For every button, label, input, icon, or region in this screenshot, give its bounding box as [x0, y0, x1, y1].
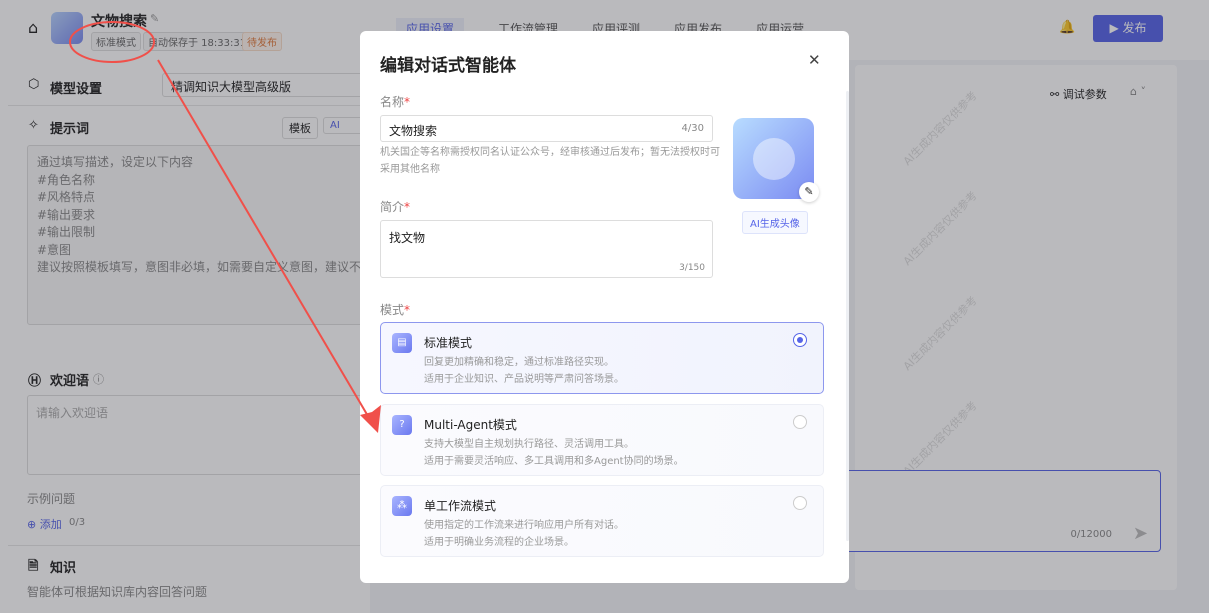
question-icon: ?: [392, 415, 412, 435]
close-icon[interactable]: ✕: [808, 51, 821, 69]
mode-desc: 适用于企业知识、产品说明等严肃问答场景。: [424, 374, 624, 385]
mode-desc: 支持大模型自主规划执行路径、灵活调用工具。: [424, 439, 634, 450]
ai-avatar-button[interactable]: AI生成头像: [742, 211, 808, 234]
name-input[interactable]: 文物搜索 4/30: [380, 115, 713, 142]
scrollbar[interactable]: [846, 91, 849, 541]
agent-avatar[interactable]: ✎: [733, 118, 819, 202]
edit-avatar-icon[interactable]: ✎: [799, 182, 819, 202]
intro-value: 找文物: [389, 231, 426, 245]
name-value: 文物搜索: [389, 124, 438, 138]
edit-agent-modal: 编辑对话式智能体 ✕ 名称* 文物搜索 4/30 机关国企等名称需授权同名认证公…: [360, 31, 849, 583]
mode-desc: 适用于需要灵活响应、多工具调用和多Agent协同的场景。: [424, 456, 684, 467]
avatar-logo: [753, 138, 795, 180]
radio-selected[interactable]: [793, 333, 807, 347]
workflow-icon: ⁂: [392, 496, 412, 516]
intro-count: 3/150: [679, 263, 705, 273]
name-hint: 机关国企等名称需授权同名认证公众号，经审核通过后发布；暂无法授权时可采用其他名称: [380, 147, 720, 175]
name-label: 名称*: [380, 95, 411, 109]
radio[interactable]: [793, 415, 807, 429]
document-icon: ▤: [392, 333, 412, 353]
mode-desc: 适用于明确业务流程的企业场景。: [424, 537, 574, 548]
mode-desc: 回复更加精确和稳定，通过标准路径实现。: [424, 357, 614, 368]
modal-title: 编辑对话式智能体: [380, 56, 516, 76]
radio[interactable]: [793, 496, 807, 510]
mode-option-multi-agent[interactable]: ? Multi-Agent模式 支持大模型自主规划执行路径、灵活调用工具。 适用…: [380, 404, 824, 476]
intro-textarea[interactable]: 找文物 3/150: [380, 220, 713, 278]
intro-label-text: 简介: [380, 200, 405, 214]
mode-option-single-workflow[interactable]: ⁂ 单工作流模式 使用指定的工作流来进行响应用户所有对话。 适用于明确业务流程的…: [380, 485, 824, 557]
name-label-text: 名称: [380, 95, 405, 109]
mode-label: 模式*: [380, 303, 411, 317]
mode-label-text: 模式: [380, 303, 405, 317]
mode-title: Multi-Agent模式: [424, 418, 517, 432]
name-count: 4/30: [681, 123, 704, 134]
mode-desc: 使用指定的工作流来进行响应用户所有对话。: [424, 520, 624, 531]
mode-title: 单工作流模式: [424, 499, 497, 513]
mode-option-standard[interactable]: ▤ 标准模式 回复更加精确和稳定，通过标准路径实现。 适用于企业知识、产品说明等…: [380, 322, 824, 394]
mode-title: 标准模式: [424, 336, 473, 350]
intro-label: 简介*: [380, 200, 411, 214]
